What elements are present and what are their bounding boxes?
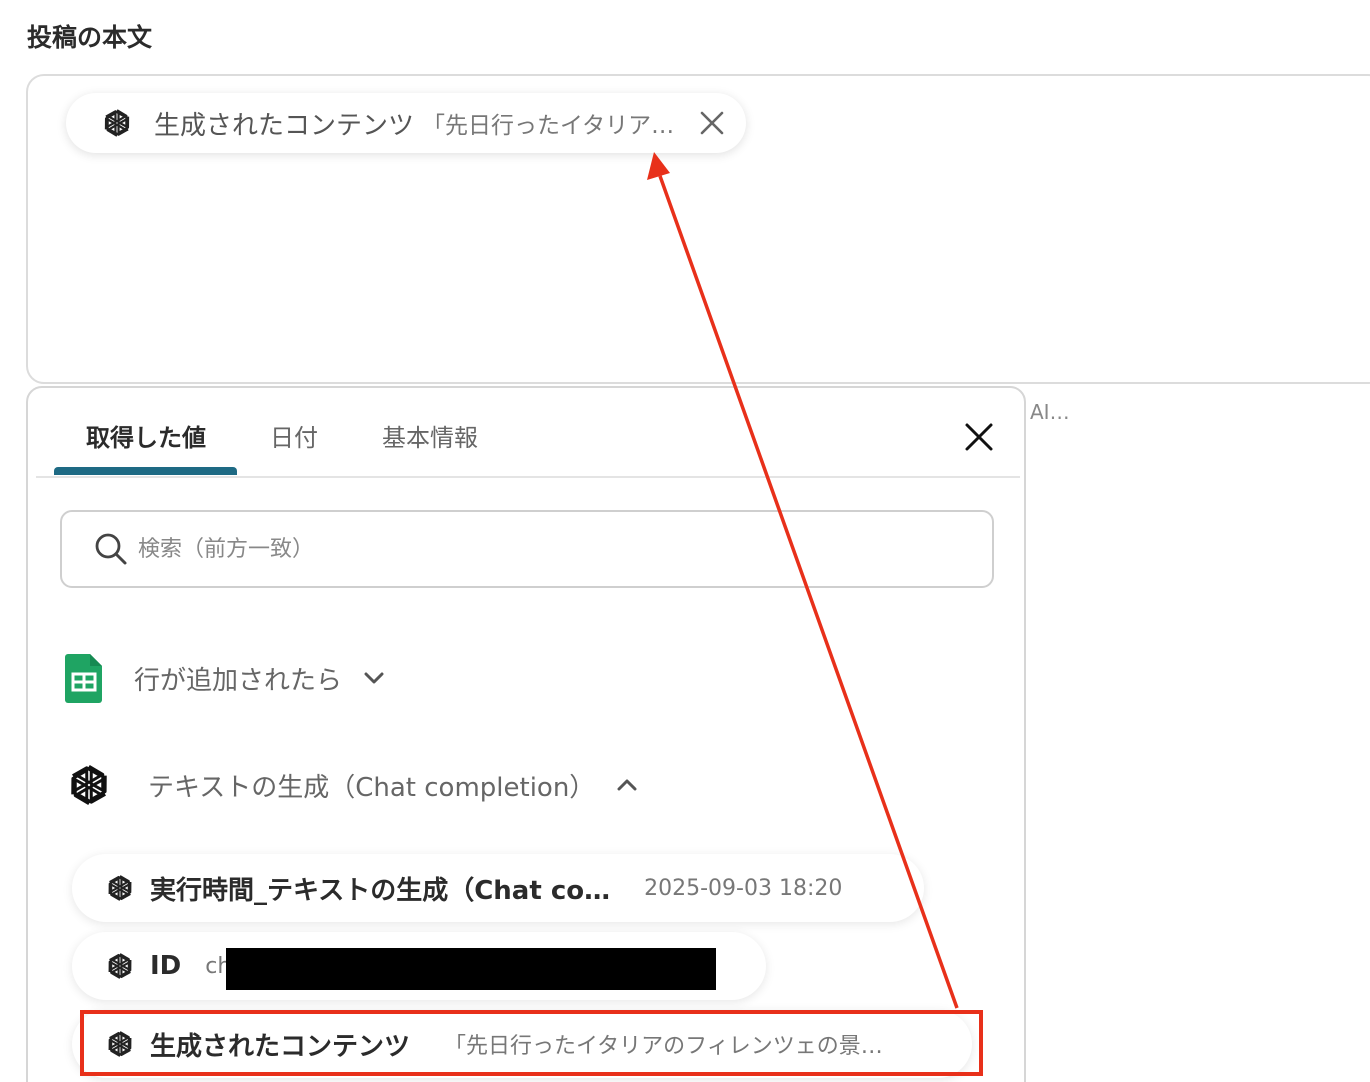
search-input[interactable] — [136, 535, 940, 563]
field-label: 投稿の本文 — [27, 23, 153, 52]
close-icon[interactable] — [696, 107, 728, 139]
item-value: 「先日行ったイタリアのフィレンツェの景… — [444, 1034, 883, 1059]
openai-icon — [108, 875, 132, 901]
chevron-up-icon[interactable] — [615, 773, 639, 797]
chevron-down-icon[interactable] — [362, 666, 386, 690]
section-title: 行が追加されたら — [134, 665, 343, 696]
tab-acquired-values[interactable]: 取得した値 — [86, 418, 206, 453]
item-title: 実行時間_テキストの生成（Chat co… — [150, 875, 611, 906]
tab-date[interactable]: 日付 — [270, 418, 318, 453]
openai-icon — [108, 1031, 132, 1057]
chip-value: 「先日行ったイタリア… — [422, 113, 675, 139]
section-row-added[interactable]: 行が追加されたら — [64, 652, 386, 704]
active-tab-indicator — [54, 467, 237, 475]
search-icon — [95, 533, 127, 565]
close-icon[interactable] — [963, 421, 995, 453]
section-text-generation[interactable]: テキストの生成（Chat completion） — [64, 760, 639, 810]
tab-basic-info[interactable]: 基本情報 — [382, 418, 478, 453]
tab-bar: 取得した値 日付 基本情報 — [36, 388, 1020, 478]
openai-icon — [108, 953, 132, 979]
item-title: 生成されたコンテンツ — [150, 1031, 411, 1062]
openai-icon — [104, 109, 130, 137]
truncated-side-text: AI… — [1030, 400, 1070, 424]
value-picker-panel: 取得した値 日付 基本情報 行が追加されたら — [26, 386, 1026, 1082]
list-item[interactable]: 実行時間_テキストの生成（Chat co… 2025-09-03 18:20 — [72, 854, 924, 922]
search-box[interactable] — [60, 510, 994, 588]
page: 投稿の本文 生成されたコンテンツ 「先日行ったイタリア… AI… 取得した値 日… — [0, 0, 1370, 1082]
section-title: テキストの生成（Chat completion） — [148, 772, 596, 803]
inserted-value-chip[interactable]: 生成されたコンテンツ 「先日行ったイタリア… — [66, 93, 746, 153]
item-title: ID — [150, 951, 182, 981]
item-value: 2025-09-03 18:20 — [644, 875, 843, 901]
google-sheets-icon — [65, 654, 102, 703]
chip-title: 生成されたコンテンツ — [154, 110, 415, 141]
redaction-block — [226, 948, 716, 990]
list-item[interactable]: 生成されたコンテンツ 「先日行ったイタリアのフィレンツェの景… — [72, 1010, 972, 1078]
openai-icon — [71, 764, 107, 806]
